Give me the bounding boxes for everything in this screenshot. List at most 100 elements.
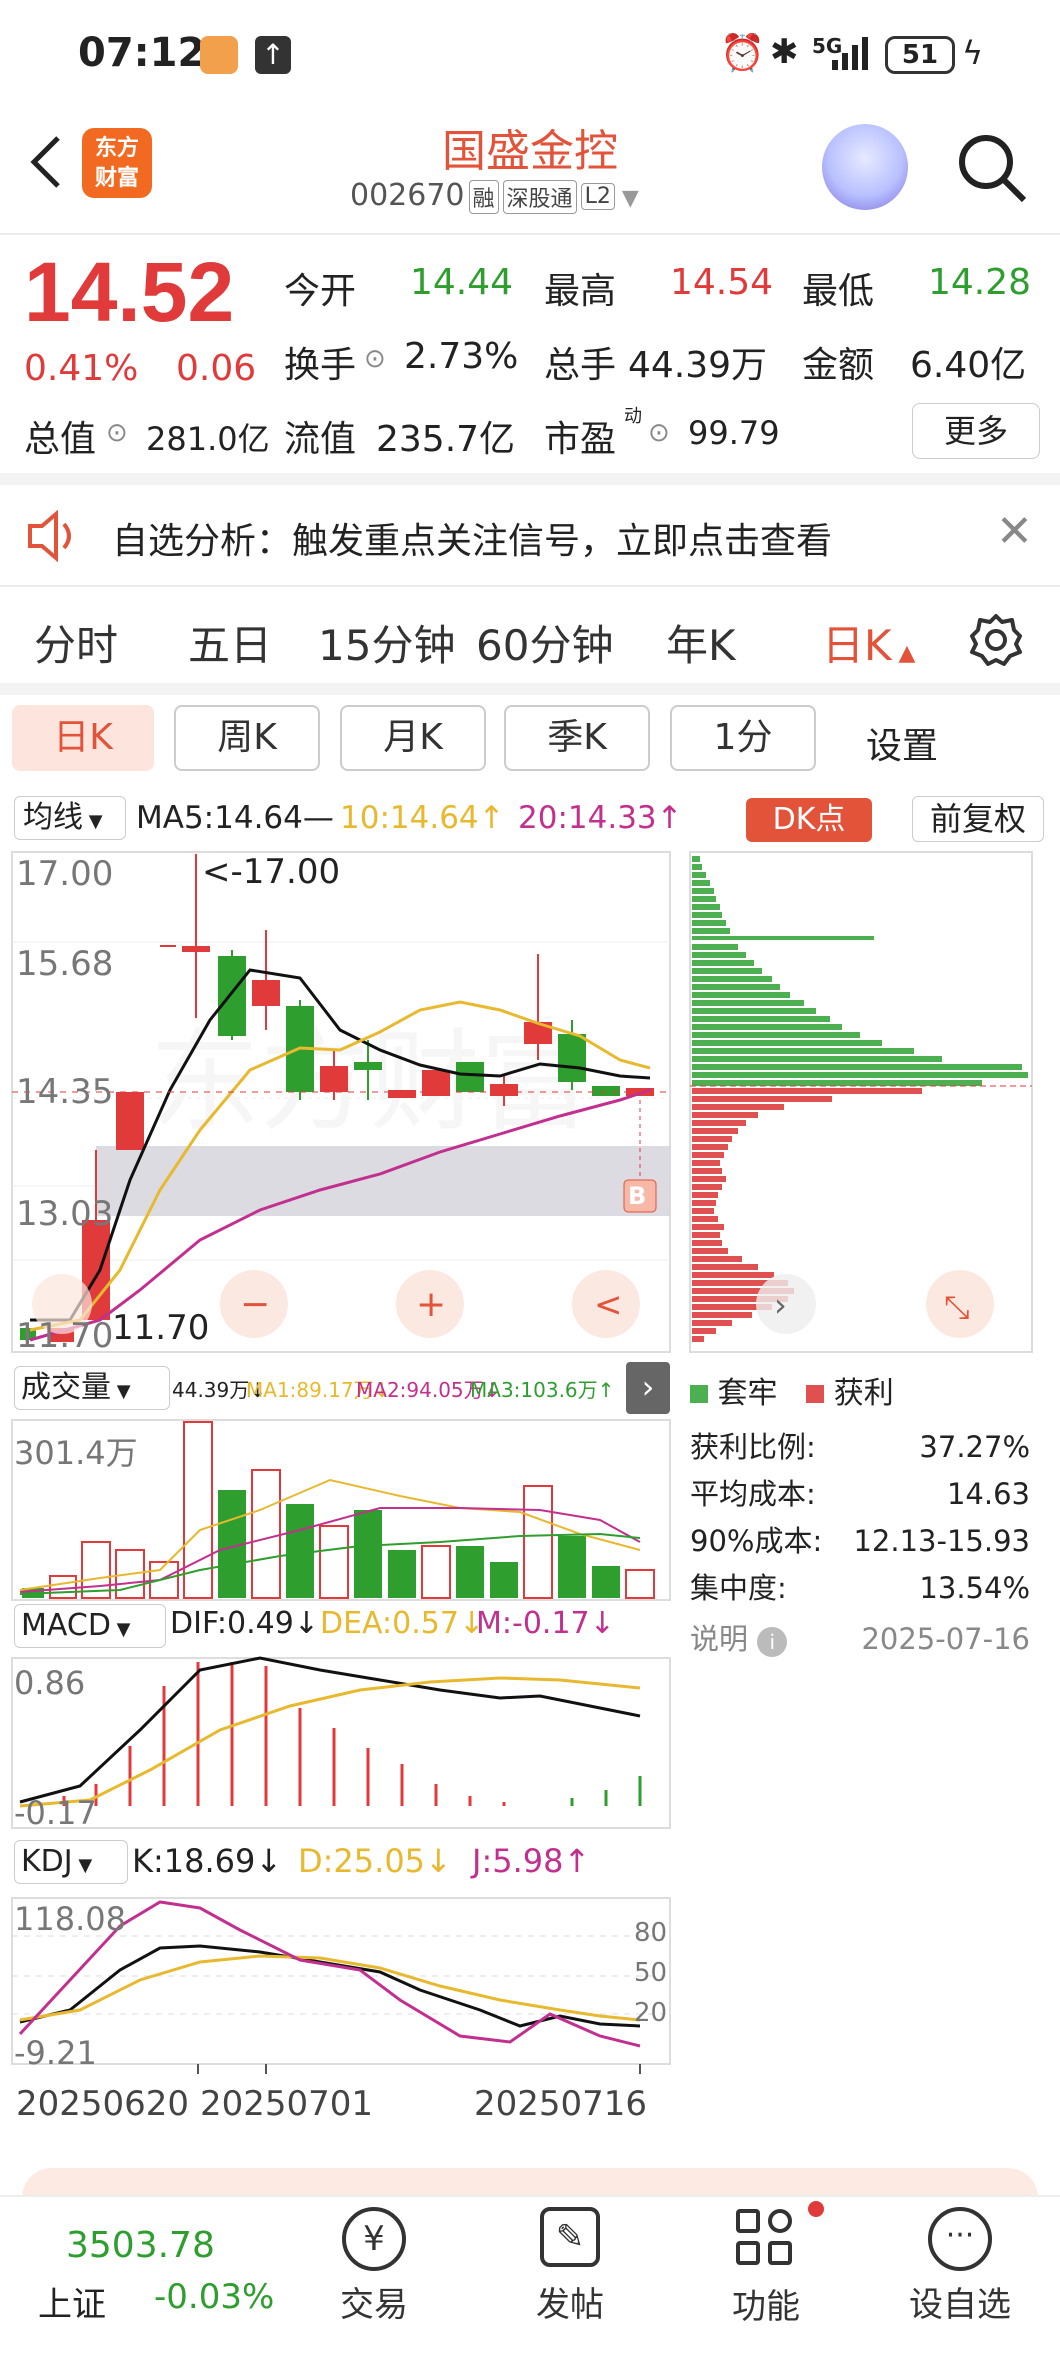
k-value: K:18.69↓: [132, 1842, 283, 1880]
macd-y-top: 0.86: [14, 1664, 86, 1702]
grid-icon: [736, 2201, 824, 2269]
chevron-right-icon[interactable]: ›: [626, 1362, 670, 1414]
change-amount: 0.06: [176, 348, 257, 389]
pe-value: 99.79: [688, 414, 780, 452]
kdj-level-50: 50: [634, 1958, 668, 1988]
low-value: 14.28: [928, 262, 1032, 303]
subtab-daily[interactable]: 日K: [12, 705, 154, 771]
period-tabs: 分时 五日 15分钟 60分钟 年K 日K ▲: [0, 590, 1060, 695]
volume-selector[interactable]: 成交量 ▼: [14, 1366, 170, 1410]
macd-y-bottom: -0.17: [14, 1794, 97, 1832]
stock-code[interactable]: 002670 融深股通 L2 ▼: [350, 178, 639, 214]
index-change[interactable]: -0.03%: [154, 2277, 274, 2317]
macd-bars: [62, 1662, 642, 1806]
subtab-quarterly[interactable]: 季K: [504, 705, 650, 771]
amount-label: 金额: [802, 345, 875, 386]
open-label: 今开: [284, 271, 357, 312]
tab-60min[interactable]: 60分钟: [476, 612, 613, 673]
kdj-selector[interactable]: KDJ ▼: [14, 1840, 128, 1884]
upload-icon: ↑: [255, 36, 291, 74]
svg-text:⤡: ⤡: [944, 1288, 970, 1326]
high-value: 14.54: [670, 262, 774, 303]
kline-y4: 13.03: [16, 1194, 114, 1234]
ma20-value: 20:14.33↑: [518, 800, 683, 836]
date-start: 20250620: [16, 2084, 190, 2124]
svg-text:−: −: [240, 1284, 270, 1325]
edit-icon: ✎: [540, 2207, 600, 2267]
turnover-value: 2.73%: [404, 336, 519, 377]
kline-subtabs: 日K 周K 月K 季K 1分 设置: [0, 705, 1060, 785]
d-value: D:25.05↓: [298, 1842, 452, 1880]
info-icon[interactable]: ⊙: [648, 418, 670, 448]
chip-stats: 获利比例: 37.27% 平均成本: 14.63 90%成本: 12.13-15.93…: [690, 1430, 1030, 1657]
kdj-level-20: 20: [634, 1998, 668, 2028]
settings-link[interactable]: 设置: [866, 717, 938, 769]
chip-legend: 套牢 获利: [690, 1368, 894, 1412]
high-note: <-17.00: [202, 852, 341, 892]
kdj-y-top: 118.08: [14, 1900, 126, 1938]
chip-bars-trap: [692, 856, 1028, 1086]
nav-function[interactable]: 功能: [686, 2197, 846, 2328]
tab-yearly[interactable]: 年K: [666, 612, 736, 673]
status-bar: 07:12 ↑ ⏰ ✱ 5G 51 ϟ: [0, 0, 1060, 110]
macd-selector[interactable]: MACD ▼: [14, 1604, 166, 1648]
change-pct: 0.41%: [24, 348, 139, 389]
subtab-monthly[interactable]: 月K: [340, 705, 486, 771]
subtab-weekly[interactable]: 周K: [174, 705, 320, 771]
svg-text:<: <: [594, 1285, 623, 1325]
gear-icon[interactable]: [968, 612, 1024, 668]
info-icon[interactable]: ⊙: [364, 344, 386, 374]
open-value: 14.44: [410, 262, 514, 303]
pe-sup: 动: [624, 406, 642, 427]
last-price: 14.52: [24, 245, 235, 339]
dk-point-button[interactable]: DK点: [746, 798, 872, 842]
tab-intraday[interactable]: 分时: [34, 612, 118, 673]
search-icon[interactable]: [952, 128, 1032, 208]
more-button[interactable]: 更多: [912, 403, 1040, 459]
signal-icon: [832, 37, 868, 70]
nav-post[interactable]: ✎ 发帖: [490, 2197, 650, 2326]
app-notification-icon: [200, 36, 238, 74]
yen-icon: ¥: [342, 2207, 406, 2271]
nav-add-watchlist[interactable]: ··· 设自选: [880, 2197, 1040, 2326]
dea-value: DEA:0.57↓: [320, 1606, 485, 1641]
date-mid: 20250701: [200, 2084, 374, 2124]
m-value: M:-0.17↓: [476, 1606, 615, 1641]
charging-icon: ϟ: [962, 34, 984, 72]
notification-dot: [808, 2201, 824, 2217]
close-icon[interactable]: ✕: [996, 506, 1033, 557]
speaker-icon: [28, 510, 71, 562]
kline-y2: 15.68: [16, 944, 114, 984]
mcap-value: 281.0亿: [146, 420, 270, 458]
bluetooth-icon: ✱: [770, 32, 799, 72]
volume-value: 44.39万: [628, 345, 768, 386]
tab-daily[interactable]: 日K ▲: [822, 612, 915, 673]
tab-15min[interactable]: 15分钟: [318, 612, 455, 673]
svg-text:›: ›: [774, 1286, 787, 1324]
alarm-icon: ⏰: [720, 33, 765, 74]
pe-label: 市盈: [544, 419, 617, 460]
ma-selector[interactable]: 均线 ▼: [14, 796, 126, 840]
notice-text: 自选分析：触发重点关注信号，立即点击查看: [112, 521, 833, 562]
index-value[interactable]: 3503.78: [66, 2225, 215, 2266]
high-label: 最高: [544, 271, 617, 312]
tab-5day[interactable]: 五日: [188, 612, 272, 673]
info-icon[interactable]: ⊙: [106, 418, 128, 448]
adjust-button[interactable]: 前复权: [912, 796, 1044, 842]
kline-y-bottom: 11.70: [16, 1316, 114, 1356]
battery-icon: 51: [885, 36, 955, 74]
subtab-1min[interactable]: 1分: [670, 705, 816, 771]
ai-assistant-avatar[interactable]: [822, 124, 908, 210]
j-value: J:5.98↑: [472, 1842, 591, 1880]
ma5-value: MA5:14.64—: [136, 800, 334, 836]
index-name[interactable]: 上证: [38, 2277, 106, 2326]
kline-y-top: 17.00: [16, 854, 114, 894]
kdj-y-bottom: -9.21: [14, 2034, 97, 2072]
more-dots-icon: ···: [928, 2207, 992, 2271]
ma10-value: 10:14.64↑: [340, 800, 505, 836]
nav-trade[interactable]: ¥ 交易: [294, 2197, 454, 2326]
svg-text:+: +: [416, 1284, 446, 1325]
kline-y3: 14.35: [16, 1072, 114, 1112]
turnover-label: 换手: [284, 345, 357, 386]
low-label: 最低: [802, 271, 875, 312]
